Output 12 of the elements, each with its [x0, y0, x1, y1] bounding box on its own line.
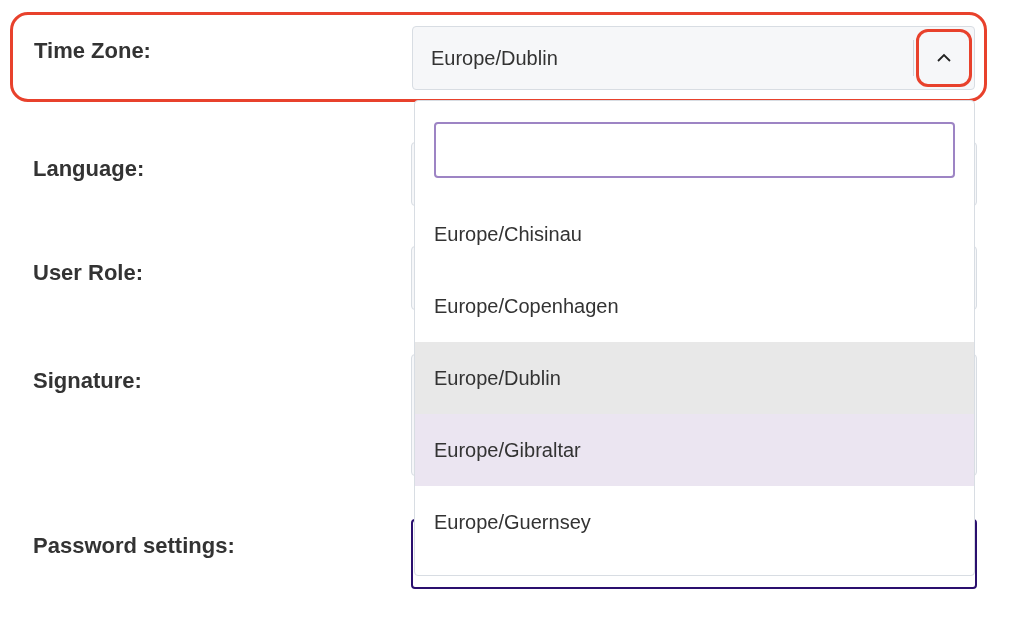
- time-zone-select[interactable]: Europe/Dublin: [412, 26, 975, 90]
- search-field[interactable]: [434, 122, 955, 178]
- field-label: Signature:: [33, 367, 143, 395]
- field-label: User Role:: [33, 259, 145, 287]
- field-label: Language:: [33, 155, 146, 183]
- dropdown-option[interactable]: Europe/Gibraltar: [415, 414, 974, 486]
- chevron-up-icon: [936, 53, 952, 63]
- collapse-button[interactable]: [916, 29, 972, 87]
- dropdown-option[interactable]: Europe/Dublin: [415, 342, 974, 414]
- field-label: Password settings:: [33, 532, 236, 560]
- field-label: Time Zone:: [34, 37, 152, 65]
- select-value: Europe/Dublin: [431, 46, 559, 71]
